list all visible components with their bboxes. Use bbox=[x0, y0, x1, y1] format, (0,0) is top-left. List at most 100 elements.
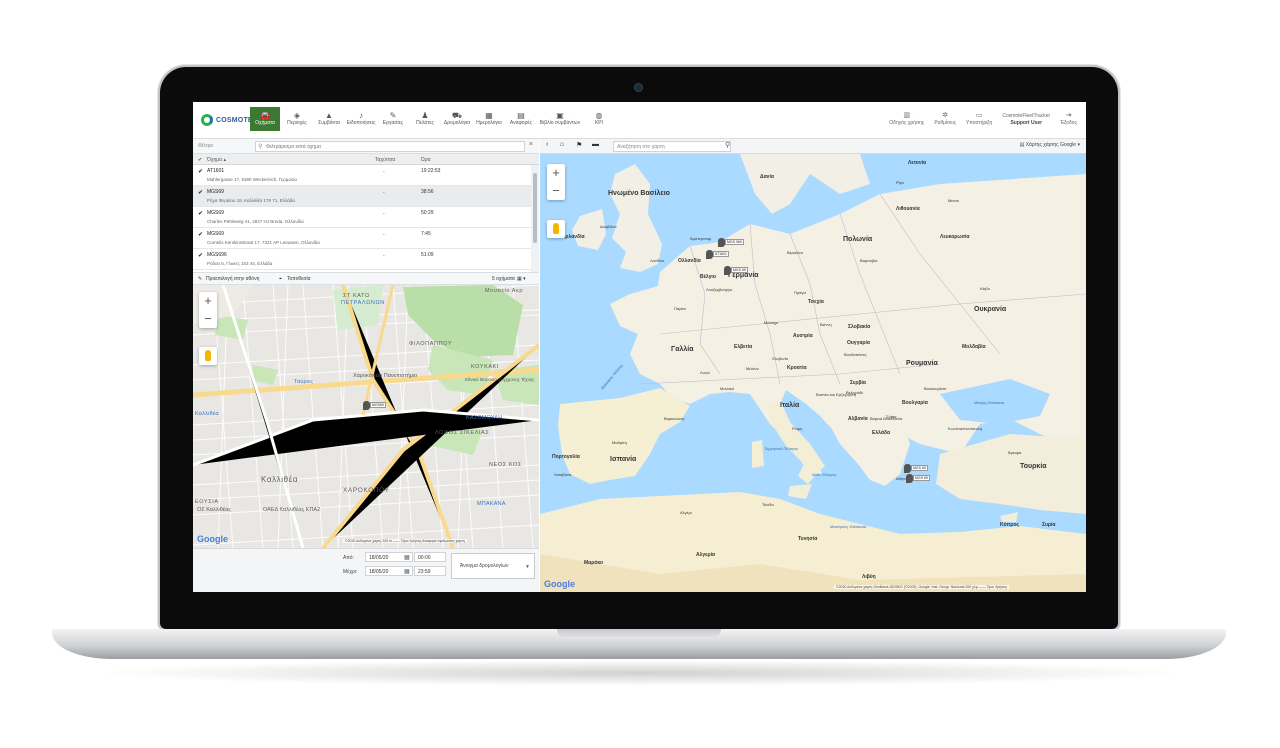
location-button[interactable]: Τοποθεσία bbox=[287, 276, 310, 282]
country-netherlands: Ολλανδία bbox=[678, 258, 701, 264]
preview-icon: ✎ bbox=[198, 276, 203, 282]
vehicle-checkbox[interactable]: ✔ bbox=[198, 168, 203, 175]
nav-item-label: Εργασίες bbox=[382, 120, 404, 126]
street-map-zoom: + − bbox=[199, 292, 217, 328]
city-sofia: Σόφια bbox=[886, 414, 897, 419]
home-icon[interactable]: ⌂ bbox=[560, 141, 564, 148]
city-algiers: Αλγέρι bbox=[680, 510, 692, 515]
vehicle-row[interactable]: ✔ MGS69 Ρήγα Φεραίου 18, Καλλιθέα 176 71, … bbox=[193, 186, 531, 207]
map-type-label: Χάρτης χάρτης Google bbox=[1025, 142, 1077, 148]
vehicle-pin-icon bbox=[706, 250, 713, 259]
nav-item-label: KPI bbox=[594, 120, 604, 126]
nav-item-5[interactable]: ♟ Πελάτες bbox=[410, 107, 440, 131]
calendar-icon[interactable]: ▦ bbox=[404, 554, 410, 561]
europe-map[interactable]: Ηνωμένο Βασίλειο Ιρλανδία Γερμανία Πολων… bbox=[540, 154, 1086, 592]
nav-item-10[interactable]: ◍ KPI bbox=[584, 107, 614, 131]
zoom-in-button[interactable]: + bbox=[547, 164, 565, 182]
to-label: Μέχρι: bbox=[343, 569, 358, 575]
preview-on-screen-button[interactable]: Προεπιλογή στην αθόνη bbox=[206, 276, 259, 282]
nav-item-label: Οχήματα bbox=[255, 120, 275, 126]
vehicle-row[interactable]: ✔ MGS69 Charles Pettinweg 41, 4827 HJ Bred… bbox=[193, 207, 531, 228]
street-view-pegman-icon[interactable] bbox=[547, 220, 565, 238]
support-button[interactable]: ▭ Υποστήριξη bbox=[961, 107, 997, 131]
vehicle-address: Ρήγα Φεραίου 18, Καλλιθέα 176 71, Ελλάδα bbox=[207, 198, 295, 203]
nav-item-1[interactable]: ◈ Περιοχές bbox=[282, 107, 312, 131]
zoom-in-button[interactable]: + bbox=[199, 292, 217, 310]
nav-item-9[interactable]: ▣ Βιβλίο συμβάντων bbox=[538, 107, 582, 131]
label-xarokopou: ΧΑΡΟΚΟΠΟΥ bbox=[343, 487, 390, 494]
zoom-out-button[interactable]: − bbox=[199, 310, 217, 328]
main-menu: 🚘 Οχήματα ◈ Περιοχές ▲ Συμβάντα ♪ Ειδοποιήσεις ✎… bbox=[250, 107, 616, 131]
briefcase-icon: ▣ bbox=[556, 111, 564, 120]
vehicle-row[interactable]: ✔ MGS696 Ρόδου 5, Γλυκες 153 44, Ελλάδα - 51… bbox=[193, 249, 531, 270]
chat-icon: ▭ bbox=[975, 112, 983, 119]
column-time[interactable]: Ώρα bbox=[421, 157, 431, 163]
user-guide-button[interactable]: ▥ Οδηγός χρήσης bbox=[884, 107, 929, 131]
chevron-down-icon: ▼ bbox=[525, 564, 530, 570]
label-filopappou: ΦΙΛΟΠΑΠΠΟΥ bbox=[409, 341, 453, 347]
vehicle-list: ✔ AT1601 Mahlergasse 17, 5380 Weckernich, … bbox=[193, 165, 531, 272]
column-speed[interactable]: Ταχύτητα bbox=[375, 157, 395, 163]
to-time-input[interactable]: 23:59 bbox=[414, 566, 446, 576]
cosmote-logo-mark-icon bbox=[201, 114, 213, 126]
street-view-pegman-icon[interactable] bbox=[199, 347, 217, 365]
flag-icon[interactable]: ⚑ bbox=[576, 141, 582, 149]
vehicle-list-scrollbar[interactable] bbox=[531, 165, 539, 272]
nav-item-8[interactable]: ▤ Αναφορές bbox=[506, 107, 536, 131]
chevron-left-icon[interactable]: ‹ bbox=[546, 141, 548, 148]
street-map[interactable]: ΣΤ ΚΑΤΩ ΠΕΤΡΑΛΩΝΩΝ Μουσείο Ακρ ΦΙΛΟΠΑΠΠΟ… bbox=[193, 285, 539, 548]
vehicle-speed: - bbox=[383, 211, 385, 217]
vehicle-row[interactable]: ✔ MGS69 Cornelis Kerskinsstraat 17, 7321 A… bbox=[193, 228, 531, 249]
vehicle-checkbox[interactable]: ✔ bbox=[198, 210, 203, 217]
country-morocco: Μαρόκο bbox=[584, 560, 604, 566]
from-label: Από: bbox=[343, 555, 354, 561]
nav-item-4[interactable]: ✎ Εργασίες bbox=[378, 107, 408, 131]
nav-item-3[interactable]: ♪ Ειδοποιήσεις bbox=[346, 107, 376, 131]
europe-map-zoom: + − bbox=[547, 164, 565, 200]
scrollbar-thumb[interactable] bbox=[533, 173, 537, 243]
country-monaco: Μονακό bbox=[720, 386, 735, 391]
warning-icon: ▲ bbox=[325, 111, 333, 120]
columns-icon[interactable]: ▦ ▾ bbox=[517, 276, 526, 282]
brand-name: COSMOTE bbox=[216, 116, 253, 124]
zoom-out-button[interactable]: − bbox=[547, 182, 565, 200]
label-ethniko: Εθνικό Μουσείο Σύγχρονης Τέχνης bbox=[465, 377, 535, 382]
user-account-button[interactable]: CosmoteFleetTracker Support User bbox=[997, 107, 1055, 131]
city-belgrade: Βελιγράδι bbox=[846, 390, 864, 395]
user-app-name: CosmoteFleetTracker bbox=[1002, 112, 1051, 119]
nav-item-6[interactable]: ⛟ Δρομολόγια bbox=[442, 107, 472, 131]
select-all-checkbox[interactable]: ✔ bbox=[198, 157, 202, 163]
search-icon: ⚲ bbox=[258, 144, 263, 150]
street-map-attribution[interactable]: ©2020 Δεδομένα χάρτη 200 m —— Όροι Χρήση… bbox=[343, 539, 467, 543]
search-icon[interactable]: ⚲ bbox=[725, 141, 730, 149]
nav-item-0[interactable]: 🚘 Οχήματα bbox=[250, 107, 280, 131]
vehicle-marker-4-label: MGS 69 bbox=[911, 465, 928, 471]
map-search-input[interactable]: Αναζήτηση στο χάρτη bbox=[613, 141, 731, 152]
map-pin-icon: ◈ bbox=[293, 111, 301, 120]
logout-label: Έξοδος bbox=[1060, 120, 1077, 126]
truck-icon[interactable]: ▬ bbox=[592, 141, 599, 148]
europe-map-attribution[interactable]: ©2020 Δεδομένα χάρτη GeoBasis-DE/BKG (©2… bbox=[834, 585, 1010, 589]
settings-button[interactable]: ✲ Ρυθμίσεις bbox=[929, 107, 961, 131]
cosmote-logo[interactable]: COSMOTE bbox=[201, 114, 253, 126]
vehicle-checkbox[interactable]: ✔ bbox=[198, 189, 203, 196]
from-time-input[interactable]: 00:00 bbox=[414, 552, 446, 562]
nav-item-2[interactable]: ▲ Συμβάντα bbox=[314, 107, 344, 131]
map-type-selector[interactable]: ▤ Χάρτης χάρτης Google ▾ bbox=[1020, 142, 1080, 148]
vehicle-row[interactable]: ✔ AT1601 Mahlergasse 17, 5380 Weckernich, … bbox=[193, 165, 531, 186]
nav-item-7[interactable]: ▦ Ημερολόγιο bbox=[474, 107, 504, 131]
label-lofos: ΛΟΦΟΣ ΣΙΚΕΛΙΑΣ bbox=[435, 430, 490, 436]
label-koukaki: ΚΟΥΚΑΚΙ bbox=[471, 364, 500, 370]
vehicle-time: 19:22:53 bbox=[421, 168, 441, 174]
vehicle-marker-2-label: AT1601 bbox=[713, 251, 729, 257]
vehicle-filter-input[interactable]: ⚲ Φιλτράρισμα κατά όχημα bbox=[255, 141, 525, 152]
clear-filter-icon[interactable]: × bbox=[529, 141, 533, 148]
vehicle-time: 51:09 bbox=[421, 252, 434, 258]
overview-map-panel: ‹ ⌂ ⚑ ▬ Αναζήτηση στο χάρτη ⚲ ▤ Χάρτης χ… bbox=[540, 139, 1086, 592]
calendar-icon[interactable]: ▦ bbox=[404, 568, 410, 575]
open-routes-button[interactable]: Άνοιγμα δρομολογίων ▼ bbox=[451, 553, 535, 579]
logout-button[interactable]: ⇥ Έξοδος bbox=[1055, 107, 1082, 131]
vehicle-checkbox[interactable]: ✔ bbox=[198, 231, 203, 238]
vehicle-checkbox[interactable]: ✔ bbox=[198, 252, 203, 259]
column-vehicle[interactable]: Όχημα ▴ bbox=[207, 157, 226, 163]
